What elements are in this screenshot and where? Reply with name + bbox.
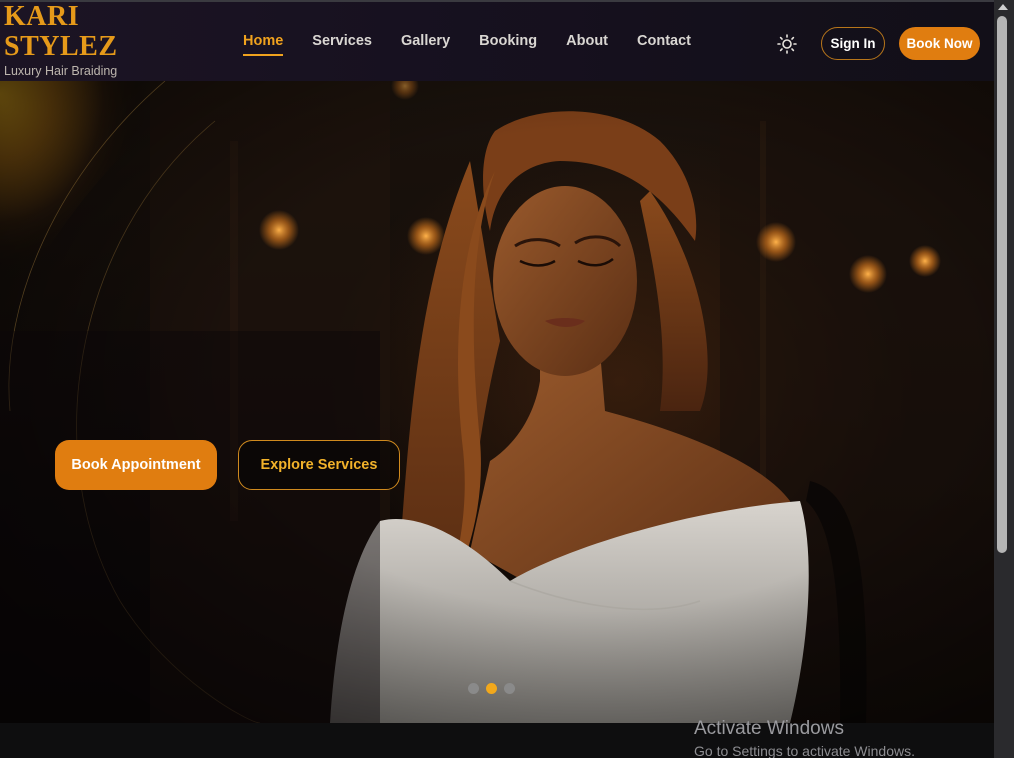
nav-item-about[interactable]: About	[566, 33, 608, 56]
brand[interactable]: KARI STYLEZ Luxury Hair Braiding	[4, 1, 134, 79]
slider-dot[interactable]	[504, 683, 515, 694]
nav-item-contact[interactable]: Contact	[637, 33, 691, 56]
watermark-title: Activate Windows	[694, 718, 844, 739]
book-now-button[interactable]: Book Now	[899, 27, 980, 60]
sun-icon[interactable]	[776, 33, 798, 55]
slider-dot-active[interactable]	[486, 683, 497, 694]
page: KARI STYLEZ Luxury Hair Braiding Home Se…	[0, 0, 1014, 758]
watermark-subtitle: Go to Settings to activate Windows.	[694, 743, 915, 758]
nav-item-gallery[interactable]: Gallery	[401, 33, 450, 56]
vertical-scrollbar[interactable]	[994, 0, 1014, 758]
nav-item-home[interactable]: Home	[243, 33, 284, 56]
site-header: KARI STYLEZ Luxury Hair Braiding Home Se…	[0, 2, 994, 81]
nav-item-services[interactable]: Services	[312, 33, 372, 56]
nav-item-booking[interactable]: Booking	[479, 33, 537, 56]
sign-in-button[interactable]: Sign In	[821, 27, 885, 60]
top-border	[0, 0, 994, 2]
book-appointment-button[interactable]: Book Appointment	[55, 440, 217, 490]
windows-activation-watermark: Activate Windows Go to Settings to activ…	[694, 718, 915, 758]
slider-dots	[468, 683, 515, 694]
hero-section: Book Appointment Explore Services	[0, 81, 994, 723]
hero-image	[0, 81, 994, 723]
explore-services-button[interactable]: Explore Services	[238, 440, 400, 490]
brand-tagline: Luxury Hair Braiding	[4, 64, 118, 78]
slider-dot[interactable]	[468, 683, 479, 694]
brand-name: KARI STYLEZ	[4, 1, 118, 62]
scroll-thumb[interactable]	[997, 16, 1007, 553]
scroll-up-arrow-icon[interactable]	[998, 4, 1008, 10]
main-nav: Home Services Gallery Booking About Cont…	[243, 33, 720, 56]
